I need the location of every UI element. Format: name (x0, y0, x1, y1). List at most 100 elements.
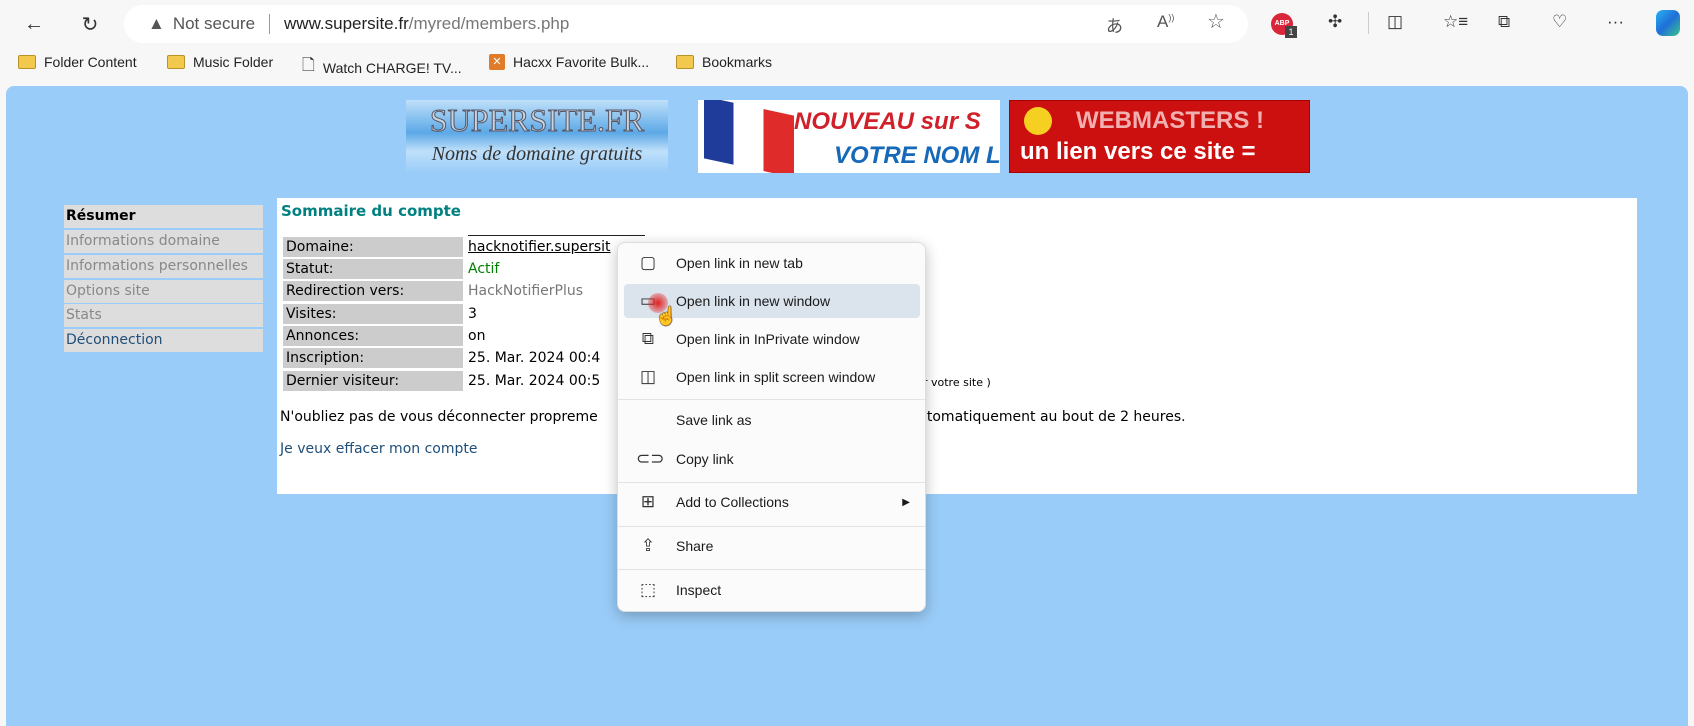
sidebar-item-informations-domaine[interactable]: Informations domaine (64, 230, 263, 253)
toolbar-divider (1368, 12, 1369, 34)
bookmark-watch-charge[interactable]: 🗋 Watch CHARGE! TV... (302, 54, 462, 81)
folder-icon (18, 55, 36, 69)
security-label[interactable]: Not secure (173, 14, 255, 34)
sidebar-item-stats[interactable]: Stats (64, 304, 263, 327)
ad1-line1: NOUVEAU sur S (794, 108, 981, 135)
page-icon: 🗋 (302, 57, 315, 74)
domain-top-rule (468, 235, 645, 236)
menu-add-to-collections[interactable]: ⊞ Add to Collections ▶ (624, 485, 920, 519)
logout-note-start: N'oubliez pas de vous déconnecter propre… (280, 409, 598, 425)
menu-label: Open link in split screen window (676, 369, 876, 385)
folder-icon (167, 55, 185, 69)
ad1-line2: VOTRE NOM L (834, 142, 1000, 169)
bookmark-label: Bookmarks (702, 54, 773, 70)
logout-note-end: utomatiquement au bout de 2 heures. (918, 409, 1186, 425)
logo-subtitle: Noms de domaine gratuits (431, 143, 643, 165)
visits-value: 3 (468, 306, 477, 322)
ads-value: on (468, 328, 486, 344)
ad2-line1: WEBMASTERS ! (1076, 107, 1264, 134)
sidebar-item-informations-personnelles[interactable]: Informations personnelles (64, 255, 263, 278)
ad2-line2: un lien vers ce site = (1020, 138, 1256, 165)
menu-label: Save link as (676, 412, 752, 428)
row-label-inscription: Inscription: (283, 348, 463, 368)
menu-separator (618, 526, 925, 527)
logo-title: SUPERSITE.FR (429, 102, 645, 139)
bookmark-hacxx[interactable]: ✕ Hacxx Favorite Bulk... (489, 54, 649, 70)
translate-icon[interactable]: あ (1106, 12, 1123, 37)
site-icon: ✕ (489, 54, 505, 70)
bookmark-label: Folder Content (44, 54, 137, 70)
inspect-icon: ⬚ (639, 580, 657, 599)
extensions-icon[interactable]: ✣ (1328, 12, 1342, 32)
sidebar-item-deconnection[interactable]: Déconnection (64, 329, 263, 352)
ad-banner-nouveau[interactable]: NOUVEAU sur S VOTRE NOM L (698, 100, 1000, 173)
url-path: /myred/members.php (408, 14, 570, 33)
refresh-button[interactable]: ↻ (74, 8, 106, 40)
bookmark-folder-content[interactable]: Folder Content (18, 54, 137, 70)
bookmark-label: Music Folder (193, 54, 274, 70)
inscription-value: 25. Mar. 2024 00:4 (468, 350, 601, 366)
menu-save-link-as[interactable]: Save link as (624, 403, 920, 437)
bookmark-music-folder[interactable]: Music Folder (167, 54, 273, 70)
folder-icon (676, 55, 694, 69)
new-tab-icon: ▢ (639, 253, 657, 272)
favorite-star-icon[interactable]: ☆ (1207, 9, 1225, 34)
row-label-visites: Visites: (283, 304, 463, 324)
split-screen-icon[interactable]: ◫ (1387, 12, 1403, 32)
menu-label: Add to Collections (676, 494, 789, 510)
menu-label: Open link in new tab (676, 255, 803, 271)
address-divider (269, 14, 271, 34)
menu-label: Open link in new window (676, 293, 831, 309)
bookmark-bookmarks[interactable]: Bookmarks (676, 54, 772, 70)
row-label-dernier-visiteur: Dernier visiteur: (283, 371, 463, 391)
row-label-annonces: Annonces: (283, 326, 463, 346)
url-host: www.supersite.fr (284, 14, 409, 33)
domain-link[interactable]: hacknotifier.supersit (468, 237, 611, 257)
more-icon[interactable]: ··· (1607, 12, 1624, 32)
bookmark-label: Hacxx Favorite Bulk... (513, 54, 650, 70)
menu-separator (618, 482, 925, 483)
favorites-icon[interactable]: ☆≡ (1443, 12, 1468, 32)
last-visitor-value: 25. Mar. 2024 00:5 (468, 373, 601, 389)
menu-open-inprivate[interactable]: ⧉ Open link in InPrivate window (624, 322, 920, 356)
link-icon: ⊂⊃ (636, 449, 665, 468)
address-bar[interactable]: ▲ Not secure www.supersite.fr/myred/memb… (124, 5, 1248, 43)
sidebar-item-resumer[interactable]: Résumer (64, 205, 263, 228)
share-icon: ⇪ (640, 536, 656, 555)
read-aloud-icon[interactable]: A)) (1157, 12, 1174, 32)
supersite-logo[interactable]: SUPERSITE.FR Noms de domaine gratuits (406, 100, 668, 173)
menu-separator (618, 399, 925, 400)
copilot-icon[interactable] (1656, 10, 1680, 36)
back-button[interactable]: ← (18, 8, 50, 40)
menu-open-new-tab[interactable]: ▢ Open link in new tab (624, 246, 920, 280)
status-value: Actif (468, 261, 500, 277)
split-screen-icon: ◫ (639, 367, 657, 386)
delete-account-link[interactable]: Je veux effacer mon compte (280, 441, 477, 457)
ad-banner-webmasters[interactable]: WEBMASTERS ! un lien vers ce site = (1009, 100, 1310, 173)
menu-share[interactable]: ⇪ Share (624, 529, 920, 563)
french-flag-image (704, 100, 794, 173)
row-label-redirection: Redirection vers: (283, 281, 463, 301)
menu-copy-link[interactable]: ⊂⊃ Copy link (624, 442, 920, 476)
submenu-arrow-icon: ▶ (902, 496, 910, 508)
menu-label: Share (676, 538, 714, 554)
menu-open-split-screen[interactable]: ◫ Open link in split screen window (624, 360, 920, 394)
row-label-statut: Statut: (283, 259, 463, 279)
page-title: Sommaire du compte (281, 202, 461, 220)
adblock-badge: 1 (1285, 26, 1297, 38)
redirection-value: HackNotifierPlus (468, 283, 584, 299)
sidebar-item-options-site[interactable]: Options site (64, 280, 263, 303)
warning-icon: ▲ (148, 14, 165, 33)
collections-icon[interactable]: ⧉ (1498, 12, 1510, 32)
smiley-icon (1024, 107, 1052, 135)
inprivate-icon: ⧉ (641, 329, 655, 348)
bookmark-label: Watch CHARGE! TV... (322, 59, 462, 76)
menu-inspect[interactable]: ⬚ Inspect (624, 573, 920, 607)
menu-label: Inspect (676, 582, 722, 598)
menu-label: Copy link (676, 451, 734, 467)
hand-cursor-icon: ☝ (655, 306, 678, 326)
row-label-domaine: Domaine: (283, 237, 463, 257)
browser-essentials-icon[interactable]: ♡ (1552, 12, 1567, 32)
note-fragment: ur votre site ) (916, 376, 991, 389)
collections-icon: ⊞ (640, 492, 656, 511)
